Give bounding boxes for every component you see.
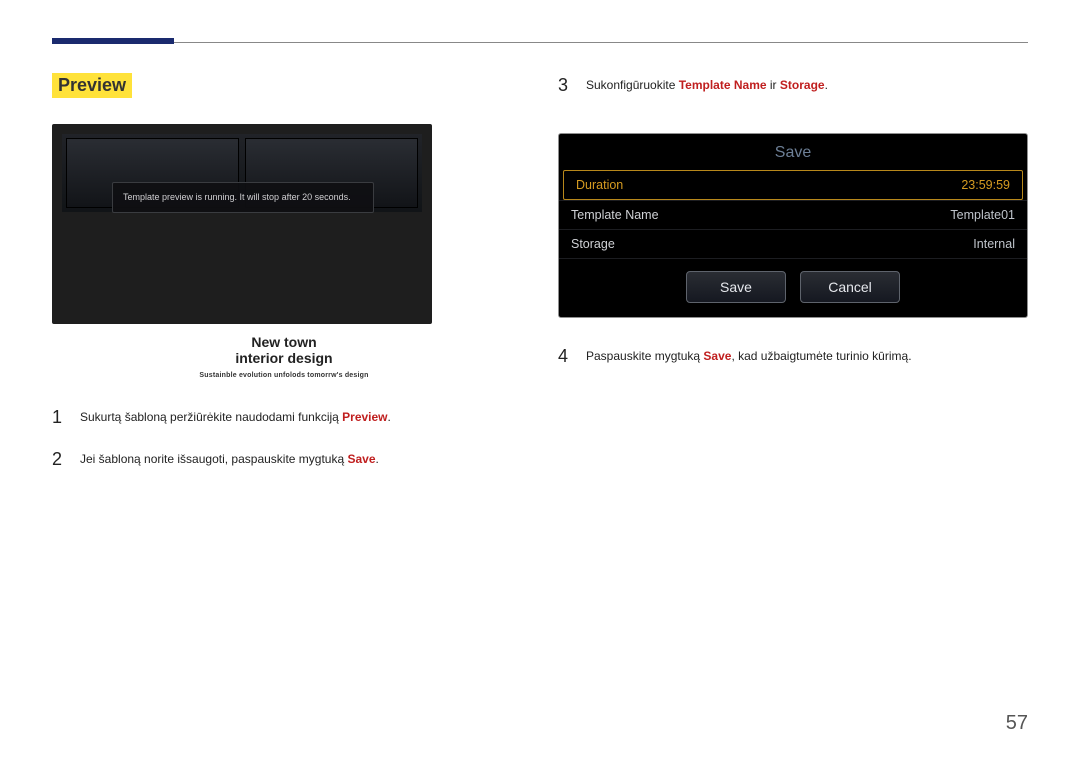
preview-caption-sub: Sustainble evolution unfolods tomorrw's … [52,372,516,379]
header-rule [52,42,1028,43]
step-number: 4 [558,344,572,368]
step-text: Jei šabloną norite išsaugoti, paspauskit… [80,447,379,471]
save-dialog: Save Duration 23:59:59 Template Name Tem… [558,133,1028,318]
preview-caption-line1: New town [52,334,516,350]
step-text: Sukonfigūruokite Template Name ir Storag… [586,73,828,97]
step-text-mid: ir [767,78,780,92]
page-number: 57 [1006,712,1028,735]
preview-caption: New town interior design Sustainble evol… [52,334,516,379]
row-value: Internal [973,237,1015,251]
header-rule-accent [52,38,174,44]
step-number: 3 [558,73,572,97]
step-text-pre: Jei šabloną norite išsaugoti, paspauskit… [80,452,348,466]
keyword: Storage [780,78,825,92]
step-text-post: , kad užbaigtumėte turinio kūrimą. [731,349,911,363]
left-column: Preview Template preview is running. It … [52,73,516,490]
preview-caption-line2: interior design [52,350,516,366]
row-label: Template Name [571,208,659,222]
dialog-row-duration[interactable]: Duration 23:59:59 [563,170,1023,200]
step-3: 3 Sukonfigūruokite Template Name ir Stor… [558,73,1028,97]
row-value: Template01 [950,208,1015,222]
step-text: Paspauskite mygtuką Save, kad užbaigtumė… [586,344,912,368]
step-text-post: . [376,452,379,466]
preview-screenshot: Template preview is running. It will sto… [52,124,432,324]
row-value: 23:59:59 [961,178,1010,192]
keyword: Preview [342,410,387,424]
step-2: 2 Jei šabloną norite išsaugoti, paspausk… [52,447,516,471]
step-text-post: . [388,410,391,424]
cancel-button[interactable]: Cancel [800,271,900,303]
right-column: 3 Sukonfigūruokite Template Name ir Stor… [558,73,1028,490]
section-heading: Preview [52,73,132,98]
dialog-title: Save [559,134,1027,170]
save-button[interactable]: Save [686,271,786,303]
step-number: 1 [52,405,66,429]
dialog-row-templatename[interactable]: Template Name Template01 [559,200,1027,229]
row-label: Storage [571,237,615,251]
keyword: Template Name [679,78,767,92]
step-text-pre: Sukurtą šabloną peržiūrėkite naudodami f… [80,410,342,424]
row-label: Duration [576,178,623,192]
step-text-post: . [825,78,828,92]
step-1: 1 Sukurtą šabloną peržiūrėkite naudodami… [52,405,516,429]
keyword: Save [703,349,731,363]
keyword: Save [348,452,376,466]
dialog-row-storage[interactable]: Storage Internal [559,229,1027,258]
step-number: 2 [52,447,66,471]
step-4: 4 Paspauskite mygtuką Save, kad užbaigtu… [558,344,1028,368]
step-text: Sukurtą šabloną peržiūrėkite naudodami f… [80,405,391,429]
step-text-pre: Sukonfigūruokite [586,78,679,92]
step-text-pre: Paspauskite mygtuką [586,349,703,363]
preview-toast: Template preview is running. It will sto… [112,182,374,213]
